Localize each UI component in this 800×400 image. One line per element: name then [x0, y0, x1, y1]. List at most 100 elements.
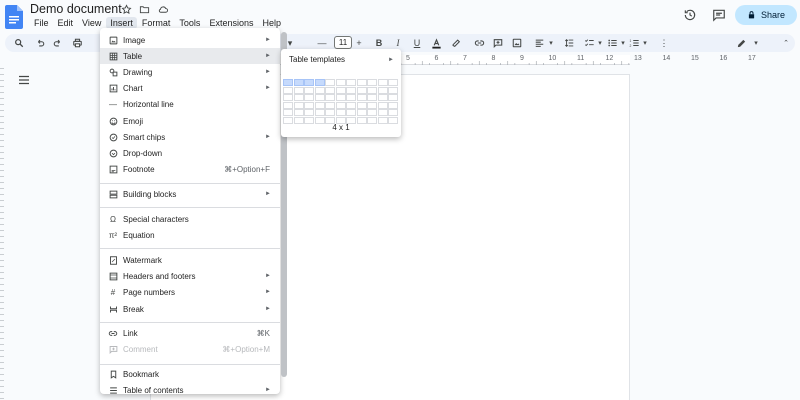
- comments-icon[interactable]: [712, 8, 726, 22]
- insert-menu-item-page-numbers[interactable]: # Page numbers ►: [100, 284, 280, 300]
- editing-mode-icon[interactable]: [735, 37, 747, 49]
- insert-menu-item-smart-chips[interactable]: Smart chips ►: [100, 129, 280, 145]
- print-icon[interactable]: [71, 37, 83, 49]
- insert-menu-item-headers-and-footers[interactable]: Headers and footers ►: [100, 268, 280, 284]
- table-grid-cell[interactable]: [325, 109, 335, 116]
- move-folder-icon[interactable]: [138, 3, 151, 16]
- insert-menu-item-drop-down[interactable]: Drop-down: [100, 145, 280, 161]
- underline-icon[interactable]: U: [411, 37, 423, 49]
- more-options-icon[interactable]: ⋮: [658, 37, 670, 49]
- add-comment-icon[interactable]: [492, 37, 504, 49]
- bold-icon[interactable]: B: [373, 37, 385, 49]
- text-color-icon[interactable]: [430, 37, 442, 49]
- table-grid-cell[interactable]: [346, 109, 356, 116]
- table-grid-cell[interactable]: [283, 109, 293, 116]
- table-grid-cell[interactable]: [325, 94, 335, 101]
- insert-menu-item-table[interactable]: Table ►: [100, 48, 280, 64]
- table-templates-item[interactable]: Table templates: [289, 55, 345, 64]
- table-grid-cell[interactable]: [304, 86, 314, 94]
- table-grid-cell[interactable]: [335, 109, 346, 116]
- table-grid-cell[interactable]: [388, 94, 398, 101]
- table-grid-cell[interactable]: [377, 109, 388, 116]
- table-grid-cell[interactable]: [325, 79, 335, 86]
- table-grid-cell[interactable]: [283, 94, 293, 101]
- table-grid-cell[interactable]: [314, 109, 325, 116]
- table-grid-cell[interactable]: [367, 79, 377, 86]
- insert-menu-item-equation[interactable]: π² Equation: [100, 227, 280, 243]
- table-grid-cell[interactable]: [346, 79, 356, 86]
- docs-logo-icon[interactable]: [5, 5, 23, 29]
- insert-menu-item-drawing[interactable]: Drawing ►: [100, 64, 280, 80]
- insert-menu-item-bookmark[interactable]: Bookmark: [100, 366, 280, 382]
- table-grid-cell[interactable]: [377, 94, 388, 101]
- checklist-chevron-icon[interactable]: ▾: [594, 37, 606, 49]
- increase-font-size-icon[interactable]: +: [353, 37, 365, 49]
- table-grid-cell[interactable]: [314, 101, 325, 109]
- search-menus-icon[interactable]: [13, 37, 25, 49]
- table-grid-cell[interactable]: [293, 94, 304, 101]
- table-grid-cell[interactable]: [304, 94, 314, 101]
- editing-mode-chevron-icon[interactable]: ▾: [750, 37, 762, 49]
- table-grid-cell[interactable]: [388, 101, 398, 109]
- table-grid-cell[interactable]: [377, 79, 388, 86]
- insert-image-icon[interactable]: [511, 37, 523, 49]
- table-grid-cell[interactable]: [335, 101, 346, 109]
- insert-menu-item-link[interactable]: Link ⌘K: [100, 325, 280, 341]
- line-spacing-icon[interactable]: [563, 37, 575, 49]
- table-grid-cell[interactable]: [293, 86, 304, 94]
- document-outline-icon[interactable]: [18, 75, 30, 85]
- vertical-ruler[interactable]: [0, 68, 4, 400]
- table-grid-cell[interactable]: [367, 86, 377, 94]
- menu-file[interactable]: File: [30, 17, 53, 29]
- decrease-font-size-icon[interactable]: —: [316, 37, 328, 49]
- font-size-input[interactable]: 11: [334, 36, 352, 49]
- table-grid-cell[interactable]: [293, 109, 304, 116]
- cloud-status-icon[interactable]: [156, 3, 169, 16]
- insert-menu-item-image[interactable]: Image ►: [100, 32, 280, 48]
- table-grid-cell[interactable]: [346, 94, 356, 101]
- table-grid-cell[interactable]: [356, 79, 367, 86]
- table-grid-cell[interactable]: [356, 86, 367, 94]
- table-grid-cell[interactable]: [314, 94, 325, 101]
- menu-edit[interactable]: Edit: [54, 17, 78, 29]
- table-grid-cell[interactable]: [335, 86, 346, 94]
- table-grid-cell[interactable]: [325, 101, 335, 109]
- table-grid-cell[interactable]: [293, 101, 304, 109]
- insert-menu-item-chart[interactable]: Chart ►: [100, 80, 280, 96]
- insert-menu-item-break[interactable]: Break ►: [100, 301, 280, 317]
- document-title[interactable]: Demo document: [30, 2, 122, 16]
- hide-menus-icon[interactable]: ⌃: [780, 37, 792, 49]
- table-grid-cell[interactable]: [377, 86, 388, 94]
- highlight-icon[interactable]: [450, 37, 462, 49]
- table-grid-cell[interactable]: [346, 86, 356, 94]
- align-chevron-icon[interactable]: ▾: [545, 37, 557, 49]
- table-grid-cell[interactable]: [388, 109, 398, 116]
- insert-menu-item-table-of-contents[interactable]: Table of contents ►: [100, 382, 280, 394]
- insert-menu-item-watermark[interactable]: Watermark: [100, 252, 280, 268]
- table-grid-cell[interactable]: [335, 94, 346, 101]
- numbered-chevron-icon[interactable]: ▾: [639, 37, 651, 49]
- table-grid-cell[interactable]: [367, 109, 377, 116]
- insert-menu-item-special-characters[interactable]: Ω Special characters: [100, 211, 280, 227]
- insert-menu-item-building-blocks[interactable]: Building blocks ►: [100, 186, 280, 202]
- table-grid-cell[interactable]: [335, 79, 346, 86]
- table-grid-cell[interactable]: [356, 94, 367, 101]
- table-grid-cell[interactable]: [356, 109, 367, 116]
- table-grid-cell[interactable]: [283, 79, 293, 86]
- table-grid-cell[interactable]: [325, 86, 335, 94]
- table-grid-cell[interactable]: [314, 79, 325, 86]
- align-icon[interactable]: [533, 37, 545, 49]
- table-grid-cell[interactable]: [388, 79, 398, 86]
- table-grid-cell[interactable]: [283, 101, 293, 109]
- insert-link-icon[interactable]: [473, 37, 485, 49]
- table-grid-cell[interactable]: [377, 101, 388, 109]
- italic-icon[interactable]: I: [392, 37, 404, 49]
- table-grid-cell[interactable]: [356, 101, 367, 109]
- table-grid-cell[interactable]: [304, 79, 314, 86]
- table-grid-cell[interactable]: [367, 101, 377, 109]
- table-grid-cell[interactable]: [283, 86, 293, 94]
- menu-view[interactable]: View: [78, 17, 105, 29]
- table-grid-cell[interactable]: [304, 101, 314, 109]
- redo-icon[interactable]: [52, 37, 64, 49]
- insert-menu-item-horizontal-line[interactable]: — Horizontal line: [100, 96, 280, 112]
